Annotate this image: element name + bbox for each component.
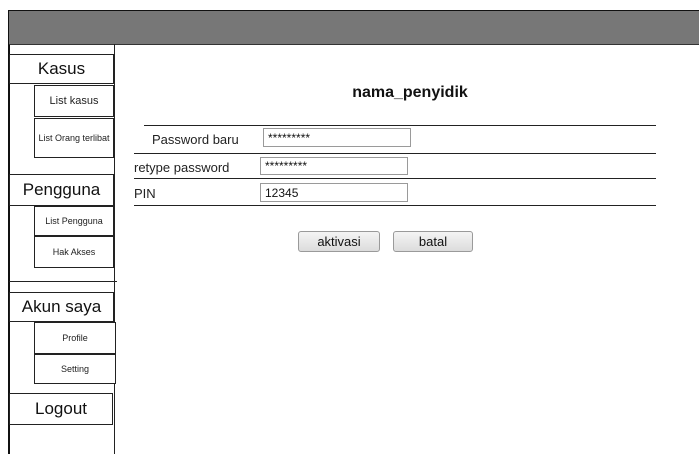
logout-button[interactable]: Logout <box>9 393 113 425</box>
password-baru-label: Password baru <box>152 132 239 147</box>
form-divider <box>134 178 656 179</box>
form-divider <box>134 205 656 206</box>
sidebar-item-profile[interactable]: Profile <box>34 322 116 354</box>
retype-password-field[interactable] <box>260 157 408 175</box>
aktivasi-button[interactable]: aktivasi <box>298 231 380 252</box>
sidebar-item-setting[interactable]: Setting <box>34 354 116 384</box>
pin-field[interactable] <box>260 183 408 202</box>
sidebar-item-hak-akses[interactable]: Hak Akses <box>34 236 114 268</box>
top-bar <box>9 11 699 45</box>
retype-password-label: retype password <box>134 160 230 175</box>
sidebar-section-kasus[interactable]: Kasus <box>9 54 114 84</box>
sidebar-item-list-orang-terlibat[interactable]: List Orang terlibat <box>34 118 114 158</box>
form-divider <box>144 125 656 126</box>
pin-label: PIN <box>134 186 156 201</box>
password-baru-field[interactable] <box>263 128 411 147</box>
sidebar-item-list-kasus[interactable]: List kasus <box>34 85 114 117</box>
sidebar-divider <box>114 44 115 454</box>
page-title: nama_penyidik <box>352 84 468 101</box>
form-divider <box>134 153 656 154</box>
sidebar-separator <box>9 281 117 282</box>
sidebar-section-akun-saya[interactable]: Akun saya <box>9 292 114 322</box>
sidebar-section-pengguna[interactable]: Pengguna <box>9 174 114 206</box>
batal-button[interactable]: batal <box>393 231 473 252</box>
sidebar-item-list-pengguna[interactable]: List Pengguna <box>34 206 114 236</box>
